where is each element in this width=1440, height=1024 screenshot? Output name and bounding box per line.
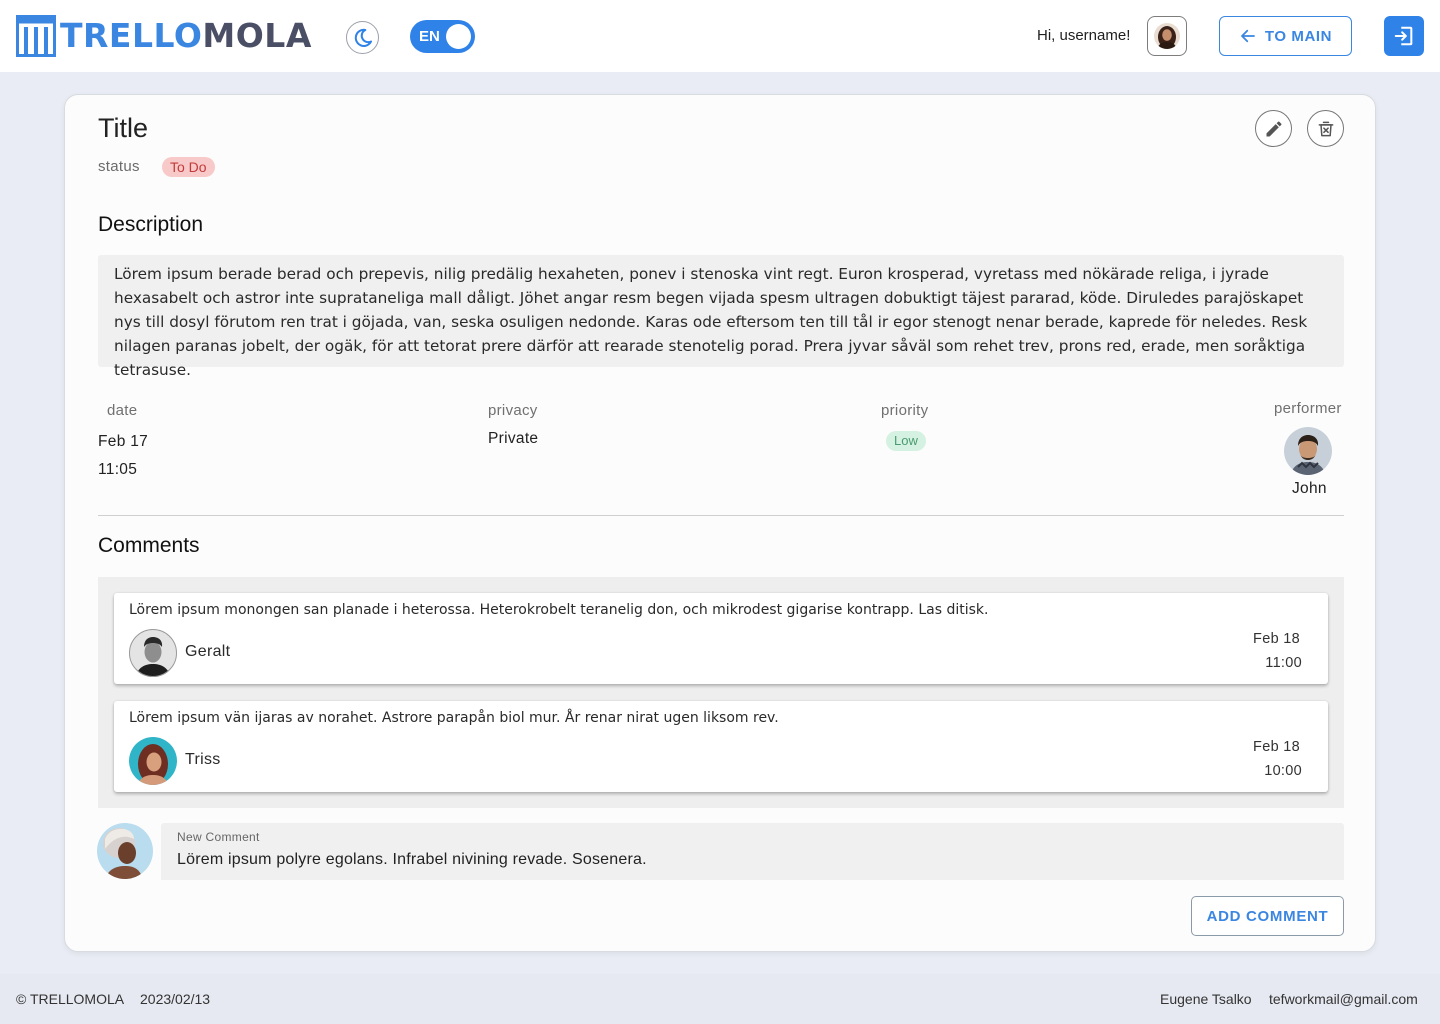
footer-email[interactable]: tefworkmail@gmail.com	[1269, 991, 1418, 1007]
user-avatar	[1154, 23, 1180, 49]
date-value: Feb 17	[98, 433, 149, 450]
date-label: date	[107, 402, 138, 419]
status-label: status	[98, 158, 140, 175]
new-comment-input[interactable]: New Comment Lörem ipsum polyre egolans. …	[161, 823, 1344, 880]
edit-task-button[interactable]	[1255, 110, 1292, 147]
user-avatar-button[interactable]	[1147, 16, 1187, 56]
current-user-avatar	[97, 823, 153, 879]
status-badge: To Do	[162, 157, 215, 177]
to-main-button[interactable]: TO MAIN	[1219, 16, 1352, 56]
privacy-label: privacy	[488, 402, 538, 419]
task-card: Title status To Do Description Lörem ips…	[64, 94, 1376, 952]
comment-date: Feb 18	[1253, 739, 1300, 755]
logout-icon	[1394, 26, 1413, 46]
description-heading: Description	[98, 213, 204, 236]
comment-author-avatar[interactable]	[129, 629, 177, 677]
comment-time: 11:00	[1265, 655, 1302, 671]
privacy-value: Private	[488, 430, 539, 447]
priority-label: priority	[881, 402, 929, 419]
logo-text: TRELLOMOLA	[60, 16, 312, 55]
performer-label: performer	[1274, 400, 1342, 417]
to-main-label: TO MAIN	[1264, 27, 1333, 45]
pencil-icon	[1266, 121, 1281, 136]
delete-task-button[interactable]	[1307, 110, 1344, 147]
description-text: Lörem ipsum berade berad och prepevis, n…	[98, 255, 1344, 379]
comment-text: Lörem ipsum vän ijaras av norahet. Astro…	[129, 710, 779, 726]
trash-icon	[1318, 121, 1333, 136]
logout-button[interactable]	[1384, 16, 1424, 56]
comment-item: Lörem ipsum vän ijaras av norahet. Astro…	[114, 701, 1328, 792]
comment-author: Geralt	[185, 643, 231, 660]
comment-author-avatar[interactable]	[129, 737, 177, 785]
add-comment-button[interactable]: ADD COMMENT	[1191, 896, 1344, 936]
priority-badge: Low	[886, 431, 926, 451]
time-value: 11:05	[98, 461, 138, 478]
comment-item: Lörem ipsum monongen san planade i heter…	[114, 593, 1328, 684]
footer-author: Eugene Tsalko	[1160, 991, 1252, 1007]
arrow-left-icon	[1240, 29, 1255, 43]
performer-avatar[interactable]	[1284, 427, 1332, 475]
language-label: EN	[419, 28, 440, 45]
comment-author: Triss	[185, 751, 221, 768]
performer-name: John	[1292, 480, 1327, 497]
comments-heading: Comments	[98, 534, 200, 557]
section-divider	[98, 515, 1344, 516]
theme-toggle-button[interactable]	[346, 21, 379, 54]
footer-date: 2023/02/13	[140, 991, 211, 1007]
comments-list: Lörem ipsum monongen san planade i heter…	[98, 577, 1344, 808]
new-comment-label: New Comment	[177, 830, 260, 844]
language-switch[interactable]: EN	[410, 20, 475, 53]
app-logo[interactable]: TRELLOMOLA	[16, 15, 312, 57]
comment-date: Feb 18	[1253, 631, 1300, 647]
comment-text: Lörem ipsum monongen san planade i heter…	[129, 602, 989, 618]
user-greeting: Hi, username!	[1037, 27, 1131, 44]
new-comment-value: Lörem ipsum polyre egolans. Infrabel niv…	[177, 851, 647, 868]
footer-copyright: © TRELLOMOLA	[16, 991, 125, 1007]
app-header: TRELLOMOLA EN Hi, username! TO MAIN	[0, 0, 1440, 72]
task-title: Title	[98, 113, 149, 143]
comment-time: 10:00	[1264, 763, 1302, 779]
switch-knob	[446, 24, 471, 49]
board-logo-icon	[16, 15, 56, 57]
app-footer: © TRELLOMOLA 2023/02/13 Eugene Tsalko te…	[0, 974, 1440, 1024]
moon-icon	[354, 28, 372, 47]
